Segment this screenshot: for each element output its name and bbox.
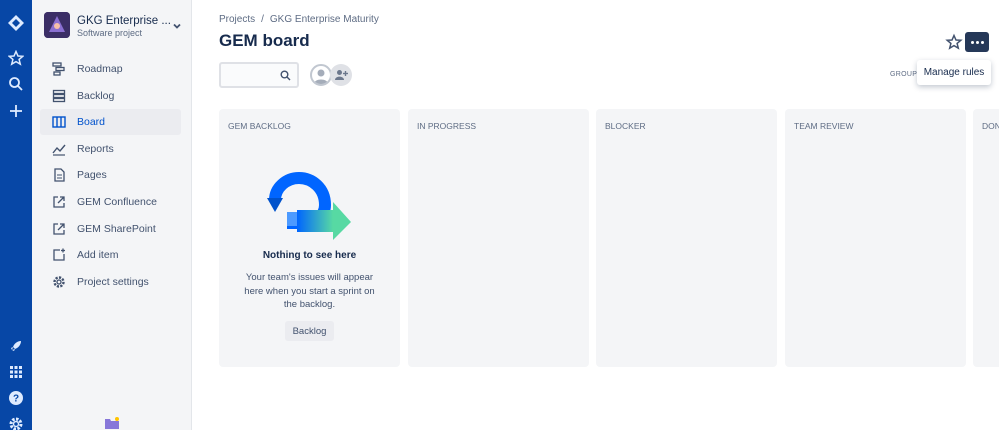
create-icon[interactable] [0, 98, 32, 124]
dot [975, 40, 979, 44]
dot [970, 40, 974, 44]
search-icon[interactable] [0, 71, 32, 97]
column-title: DONE [982, 121, 999, 131]
empty-state-title: Nothing to see here [262, 250, 357, 261]
sidebar-item-project-settings[interactable]: Project settings [40, 269, 181, 295]
reports-icon [52, 144, 66, 156]
chevron-down-icon[interactable] [172, 18, 182, 36]
global-navigation: ? [0, 0, 32, 431]
board-icon [52, 116, 66, 128]
help-icon[interactable]: ? [0, 385, 32, 411]
board-column: TEAM REVIEW [785, 109, 966, 367]
gear-icon [53, 276, 65, 288]
column-title: TEAM REVIEW [794, 121, 854, 131]
add-item-icon [53, 248, 65, 261]
board-column: GEM BACKLOG Nothing to see here Your tea… [219, 109, 400, 367]
sidebar-item-gem-sharepoint[interactable]: GEM SharePoint [40, 216, 181, 242]
sidebar-item-label: Reports [77, 143, 114, 155]
project-name: GKG Enterprise ... [77, 15, 171, 27]
empty-state-description: Your team's issues will appear here when… [244, 272, 375, 310]
dot [980, 40, 984, 44]
sidebar-item-pages[interactable]: Pages [40, 162, 181, 188]
settings-icon[interactable] [0, 411, 32, 437]
avatar[interactable] [310, 64, 332, 86]
svg-text:?: ? [13, 394, 19, 405]
sidebar-item-label: Roadmap [77, 63, 123, 75]
column-title: IN PROGRESS [417, 121, 477, 131]
more-actions-button[interactable] [965, 32, 989, 52]
sidebar-item-label: Project settings [77, 276, 149, 288]
project-sidebar: GKG Enterprise ... Software project Road… [32, 0, 192, 430]
project-type: Software project [77, 28, 143, 38]
board-column: DONE [973, 109, 999, 367]
sidebar-item-add-item[interactable]: Add item [40, 242, 181, 268]
project-avatar [44, 12, 70, 38]
sidebar-item-label: Backlog [77, 90, 115, 102]
sidebar-item-label: GEM SharePoint [77, 223, 156, 235]
project-header[interactable]: GKG Enterprise ... Software project [44, 12, 184, 40]
sidebar-item-gem-confluence[interactable]: GEM Confluence [40, 189, 181, 215]
sidebar-item-roadmap[interactable]: Roadmap [40, 56, 181, 82]
backlog-button[interactable]: Backlog [285, 321, 334, 341]
external-link-icon [53, 223, 65, 235]
pages-icon [54, 168, 65, 182]
board-column: BLOCKER [596, 109, 777, 367]
sidebar-item-label: GEM Confluence [77, 196, 157, 208]
sidebar-item-board[interactable]: Board [40, 109, 181, 135]
breadcrumb: Projects / GKG Enterprise Maturity [219, 14, 379, 25]
sidebar-item-label: Board [77, 116, 106, 128]
column-title: BLOCKER [605, 121, 646, 131]
sidebar-item-label: Add item [77, 249, 119, 261]
search-input[interactable] [219, 62, 299, 88]
empty-board-illustration [267, 172, 351, 240]
manage-rules-menu-item[interactable]: Manage rules [917, 60, 991, 85]
add-people-icon[interactable] [330, 64, 352, 86]
page-title: GEM board [219, 31, 310, 50]
sidebar-item-reports[interactable]: Reports [40, 136, 181, 162]
breadcrumb-project[interactable]: GKG Enterprise Maturity [270, 14, 379, 25]
roadmap-icon [52, 62, 65, 76]
search-icon [280, 70, 291, 81]
column-title: GEM BACKLOG [228, 121, 291, 131]
app-switcher-icon[interactable] [0, 359, 32, 385]
star-icon[interactable] [0, 45, 32, 71]
board-column: IN PROGRESS [408, 109, 589, 367]
folder-icon[interactable] [104, 416, 120, 435]
external-link-icon [53, 196, 65, 208]
sidebar-item-label: Pages [77, 169, 107, 181]
rocket-icon[interactable] [0, 333, 32, 359]
breadcrumb-separator: / [261, 14, 264, 25]
sidebar-item-backlog[interactable]: Backlog [40, 83, 181, 109]
board-main: Projects / GKG Enterprise Maturity GEM boa… [192, 0, 999, 430]
jira-logo-icon[interactable] [0, 10, 32, 36]
star-icon[interactable] [945, 33, 963, 51]
backlog-icon [52, 89, 66, 103]
breadcrumb-projects[interactable]: Projects [219, 14, 255, 25]
